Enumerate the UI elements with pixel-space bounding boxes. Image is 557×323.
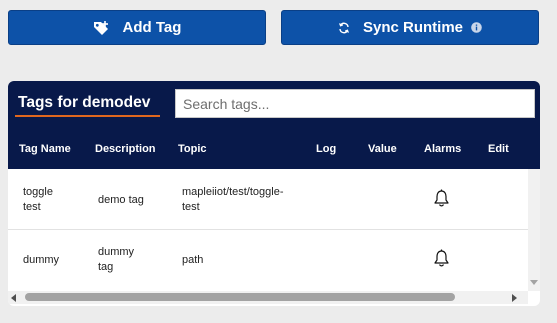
- panel-header: Tags for demodev Tag Name Description To…: [8, 81, 540, 169]
- sync-runtime-button[interactable]: Sync Runtime: [281, 10, 539, 45]
- add-tag-label: Add Tag: [122, 19, 182, 36]
- description-cell: dummy tag: [98, 246, 135, 273]
- tag-name-cell: dummy: [23, 254, 60, 266]
- horizontal-scroll-thumb[interactable]: [25, 293, 455, 301]
- column-header-description[interactable]: Description: [95, 143, 156, 155]
- column-header-alarms[interactable]: Alarms: [424, 143, 461, 155]
- column-header-value[interactable]: Value: [368, 143, 397, 155]
- column-header-log[interactable]: Log: [316, 143, 336, 155]
- scroll-left-arrow-icon[interactable]: [11, 294, 16, 302]
- description-cell: demo tag: [98, 194, 144, 206]
- sync-runtime-label: Sync Runtime: [362, 19, 464, 36]
- topic-cell: path: [182, 254, 204, 266]
- tags-panel: Tags for demodev Tag Name Description To…: [8, 81, 540, 306]
- scroll-down-arrow-icon[interactable]: [530, 280, 538, 285]
- add-tag-button[interactable]: Add Tag: [8, 10, 266, 45]
- title-underline: [15, 115, 160, 117]
- column-header-edit[interactable]: Edit: [488, 143, 509, 155]
- bell-icon[interactable]: [433, 249, 450, 273]
- info-icon[interactable]: [471, 22, 482, 33]
- row-divider: [8, 229, 528, 230]
- scroll-right-arrow-icon[interactable]: [512, 294, 517, 302]
- bell-icon[interactable]: [433, 189, 450, 213]
- column-header-topic[interactable]: Topic: [178, 143, 207, 155]
- column-header-tag-name[interactable]: Tag Name: [19, 143, 71, 155]
- search-input[interactable]: [175, 89, 535, 118]
- horizontal-scrollbar[interactable]: [8, 291, 528, 304]
- vertical-scrollbar[interactable]: [528, 169, 540, 291]
- tag-plus-icon: [93, 20, 110, 35]
- topic-cell: mapleiiot/test/toggle- test: [182, 186, 284, 213]
- tag-name-cell: toggle test: [23, 186, 53, 213]
- panel-title: Tags for demodev: [18, 94, 151, 111]
- sync-icon: [338, 22, 350, 34]
